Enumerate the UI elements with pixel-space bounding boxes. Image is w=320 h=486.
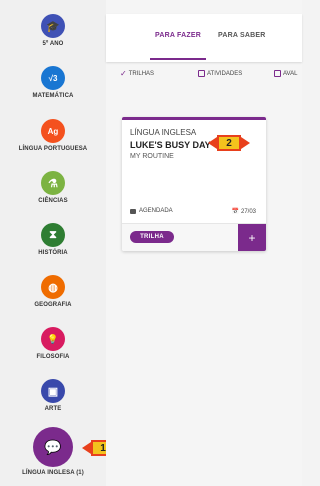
arrow-left-icon [82, 442, 91, 454]
filter-atividades[interactable]: ATIVIDADES [198, 70, 242, 77]
tab-para-saber[interactable]: PARA SABER [218, 32, 266, 39]
image-icon: ▣ [41, 379, 65, 403]
math-icon: √3 [41, 66, 65, 90]
sidebar-item-lingua-portuguesa[interactable]: Ag LÍNGUA PORTUGUESA [0, 119, 106, 152]
add-button[interactable]: + [238, 224, 266, 251]
sidebar-item-label: MATEMÁTICA [32, 93, 74, 99]
sidebar-item-label: GEOGRAFIA [34, 302, 72, 308]
flask-icon: ⚗ [41, 171, 65, 195]
arrow-right-icon [241, 137, 250, 149]
sidebar-item-arte[interactable]: ▣ ARTE [0, 379, 106, 412]
card-subject: LÍNGUA INGLESA [130, 128, 197, 137]
sidebar-item-label: LÍNGUA PORTUGUESA [18, 146, 88, 152]
check-icon: ✓ [120, 69, 127, 78]
card-status: AGENDADA [130, 208, 173, 214]
status-label: AGENDADA [139, 208, 173, 214]
sidebar-item-filosofia[interactable]: 💡 FILOSOFIA [0, 327, 106, 360]
card-footer: TRILHA + [122, 223, 266, 251]
lightbulb-icon: 💡 [41, 327, 65, 351]
hourglass-icon: ⧗ [41, 223, 65, 247]
sidebar-item-label: 5º ANO [42, 41, 64, 47]
filter-label: ATIVIDADES [207, 70, 243, 77]
filter-avaliacoes[interactable]: AVAL [274, 70, 297, 77]
sidebar-item-label: CIÊNCIAS [38, 198, 68, 204]
sidebar-item-ciencias[interactable]: ⚗ CIÊNCIAS [0, 171, 106, 204]
sidebar-item-label: HISTÓRIA [38, 250, 68, 256]
trilha-badge: TRILHA [130, 231, 174, 243]
main-panel: PARA FAZER PARA SABER ✓ TRILHAS ATIVIDAD… [106, 0, 302, 486]
graduation-cap-icon: 🎓 [41, 14, 65, 38]
filter-trilhas[interactable]: ✓ TRILHAS [120, 69, 155, 78]
sidebar-item-label: LÍNGUA INGLESA (1) [22, 470, 84, 476]
card-subtitle: MY ROUTINE [130, 153, 174, 160]
globe-icon: ◍ [41, 275, 65, 299]
sidebar-item-label: FILOSOFIA [36, 354, 70, 360]
checkbox-icon [274, 70, 281, 77]
checkbox-icon [198, 70, 205, 77]
annotation-marker-2: 2 [208, 135, 250, 151]
active-tab-indicator [150, 58, 206, 60]
language-icon: Ag [41, 119, 65, 143]
tabs-bar: PARA FAZER PARA SABER [106, 14, 302, 62]
card-date: 📅 27/03 [231, 209, 256, 215]
subject-sidebar: 🎓 5º ANO √3 MATEMÁTICA Ag LÍNGUA PORTUGU… [0, 0, 106, 486]
arrow-left-icon [208, 137, 217, 149]
sidebar-item-historia[interactable]: ⧗ HISTÓRIA [0, 223, 106, 256]
card-title: LUKE'S BUSY DAY [130, 140, 211, 150]
sidebar-item-5-ano[interactable]: 🎓 5º ANO [0, 14, 106, 47]
tab-para-fazer[interactable]: PARA FAZER [155, 32, 201, 39]
sidebar-item-label: ARTE [44, 406, 62, 412]
filter-label: AVAL [283, 70, 298, 77]
filter-label: TRILHAS [128, 70, 155, 77]
filter-bar: ✓ TRILHAS ATIVIDADES AVAL [120, 70, 302, 82]
sidebar-item-geografia[interactable]: ◍ GEOGRAFIA [0, 275, 106, 308]
chat-icon: 💬 [33, 427, 73, 467]
status-icon [130, 208, 136, 214]
marker-number: 2 [217, 135, 241, 151]
sidebar-item-matematica[interactable]: √3 MATEMÁTICA [0, 66, 106, 99]
